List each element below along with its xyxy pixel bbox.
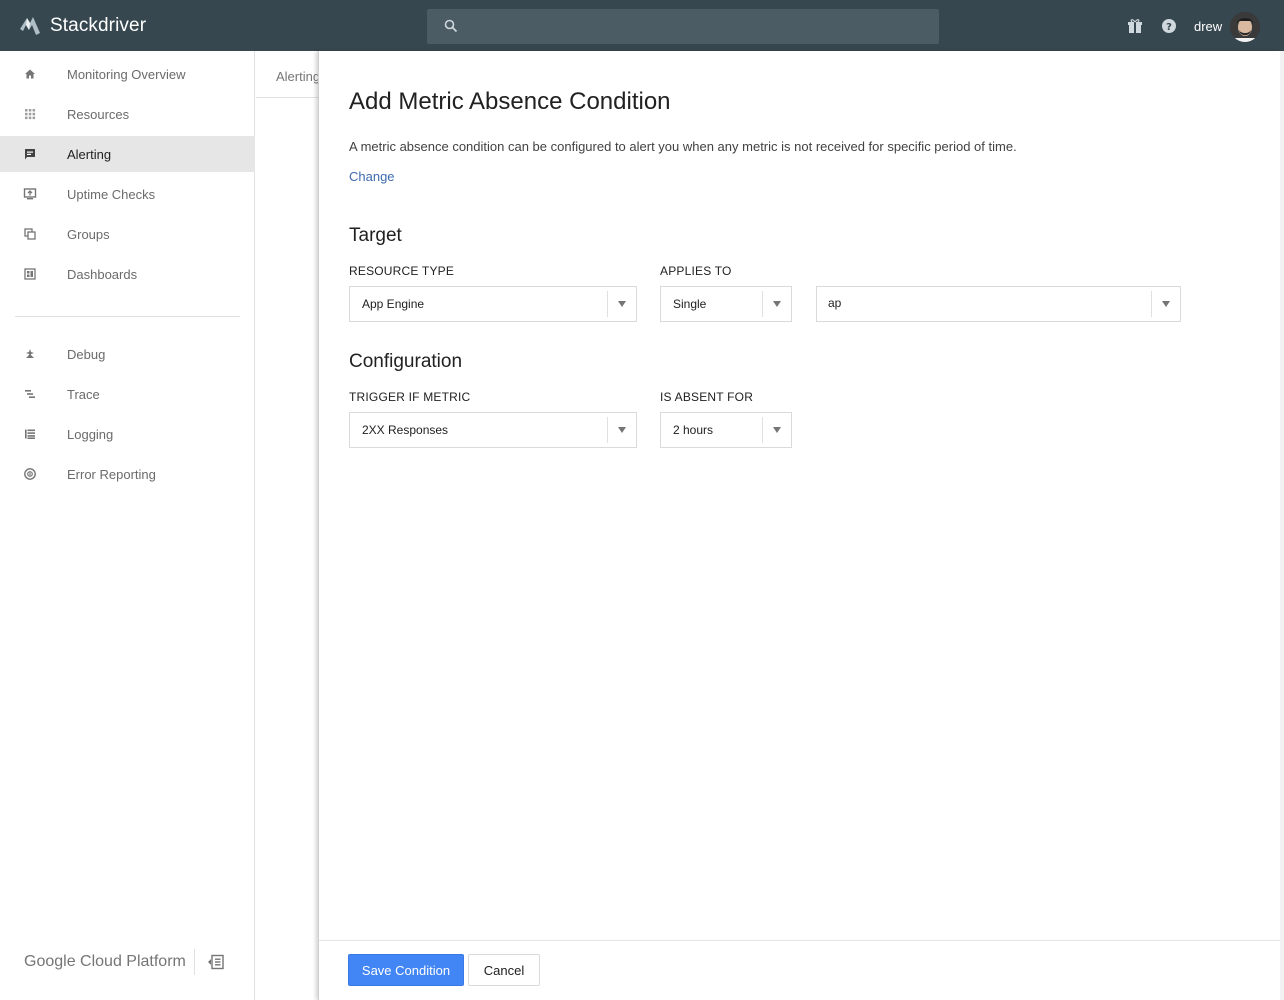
sidebar-item-alerting[interactable]: Alerting <box>0 136 255 172</box>
sidebar-divider <box>15 316 240 317</box>
logging-icon <box>25 429 35 439</box>
chevron-down-icon <box>773 301 781 307</box>
sidebar-item-resources[interactable]: Resources <box>0 96 255 132</box>
top-bar: Stackdriver ? drew <box>0 0 1284 51</box>
resource-name-combobox[interactable] <box>816 286 1181 322</box>
search-icon <box>444 19 458 33</box>
sidebar-item-label: Error Reporting <box>67 466 156 482</box>
sidebar-item-label: Resources <box>67 106 130 122</box>
sidebar-item-uptime-checks[interactable]: Uptime Checks <box>0 176 255 212</box>
sidebar-item-trace[interactable]: Trace <box>0 376 255 412</box>
search-box[interactable] <box>427 9 939 44</box>
chevron-down-icon <box>618 301 626 307</box>
add-condition-panel: Add Metric Absence Condition A metric ab… <box>318 51 1280 1000</box>
chevron-down-icon <box>618 427 626 433</box>
page-description: A metric absence condition can be config… <box>349 139 1017 154</box>
target-section-title: Target <box>349 225 402 246</box>
chevron-down-icon <box>773 427 781 433</box>
app-name: Stackdriver <box>50 15 147 36</box>
sidebar: Monitoring Overview Resources Alerting U… <box>0 51 255 1000</box>
configuration-section-title: Configuration <box>349 351 463 372</box>
help-icon[interactable]: ? <box>1161 18 1177 34</box>
select-divider <box>607 291 608 317</box>
sidebar-item-groups[interactable]: Groups <box>0 216 255 252</box>
absent-for-label: IS ABSENT FOR <box>660 390 754 404</box>
sidebar-item-label: Trace <box>67 386 100 402</box>
alert-chat-icon <box>25 149 35 160</box>
avatar[interactable] <box>1230 12 1260 42</box>
select-divider <box>607 417 608 443</box>
save-condition-button[interactable]: Save Condition <box>348 954 464 986</box>
collapse-sidebar-icon[interactable] <box>207 954 225 970</box>
trigger-metric-value: 2XX Responses <box>362 423 449 437</box>
background-tab-label: Alerting <box>276 69 321 84</box>
applies-to-label: APPLIES TO <box>660 264 732 278</box>
dashboard-icon <box>24 268 36 280</box>
resource-type-label: RESOURCE TYPE <box>349 264 455 278</box>
monitor-icon <box>23 188 37 200</box>
debug-icon <box>26 349 34 358</box>
background-tab-alerting[interactable]: Alerting <box>256 51 320 98</box>
sidebar-item-error-reporting[interactable]: Error Reporting <box>0 456 255 492</box>
error-reporting-icon <box>24 468 36 480</box>
select-divider <box>762 291 763 317</box>
groups-icon <box>24 228 36 240</box>
resource-type-value: App Engine <box>362 297 425 311</box>
sidebar-item-debug[interactable]: Debug <box>0 336 255 372</box>
avatar-image-icon <box>1230 12 1260 42</box>
applies-to-select[interactable]: Single <box>660 286 792 322</box>
sidebar-item-label: Monitoring Overview <box>67 66 186 82</box>
search-input[interactable] <box>471 9 931 44</box>
background-page <box>256 51 320 1000</box>
trigger-metric-select[interactable]: 2XX Responses <box>349 412 637 448</box>
trigger-metric-label: TRIGGER IF METRIC <box>349 390 471 404</box>
svg-text:?: ? <box>1166 22 1172 33</box>
absent-for-value: 2 hours <box>673 423 714 437</box>
resource-type-select[interactable]: App Engine <box>349 286 637 322</box>
select-divider <box>1151 291 1152 317</box>
google-cloud-platform-logo: Google Cloud Platform <box>24 953 186 970</box>
footer-divider <box>194 949 195 975</box>
chevron-down-icon <box>1162 301 1170 307</box>
absent-for-select[interactable]: 2 hours <box>660 412 792 448</box>
cancel-button[interactable]: Cancel <box>468 954 540 986</box>
scrollbar[interactable] <box>1280 51 1284 1000</box>
panel-footer: Save Condition Cancel <box>319 940 1280 1000</box>
brand[interactable]: Stackdriver <box>18 12 146 40</box>
user-name[interactable]: drew <box>1194 19 1222 34</box>
gift-icon[interactable] <box>1127 18 1143 34</box>
home-icon <box>25 69 35 79</box>
sidebar-item-monitoring-overview[interactable]: Monitoring Overview <box>0 56 255 92</box>
trace-icon <box>25 390 35 398</box>
sidebar-item-dashboards[interactable]: Dashboards <box>0 256 255 292</box>
sidebar-item-label: Logging <box>67 426 114 442</box>
sidebar-item-label: Alerting <box>67 146 112 162</box>
sidebar-item-label: Debug <box>67 346 106 362</box>
change-link[interactable]: Change <box>349 169 395 184</box>
select-divider <box>762 417 763 443</box>
sidebar-item-label: Dashboards <box>67 266 138 282</box>
page-title: Add Metric Absence Condition <box>349 88 671 115</box>
sidebar-item-label: Groups <box>67 226 110 242</box>
sidebar-item-logging[interactable]: Logging <box>0 416 255 452</box>
grid-icon <box>25 109 36 120</box>
applies-to-value: Single <box>673 297 707 311</box>
resource-name-input[interactable] <box>828 296 1148 310</box>
sidebar-item-label: Uptime Checks <box>67 186 156 202</box>
stackdriver-logo-icon <box>20 17 40 35</box>
